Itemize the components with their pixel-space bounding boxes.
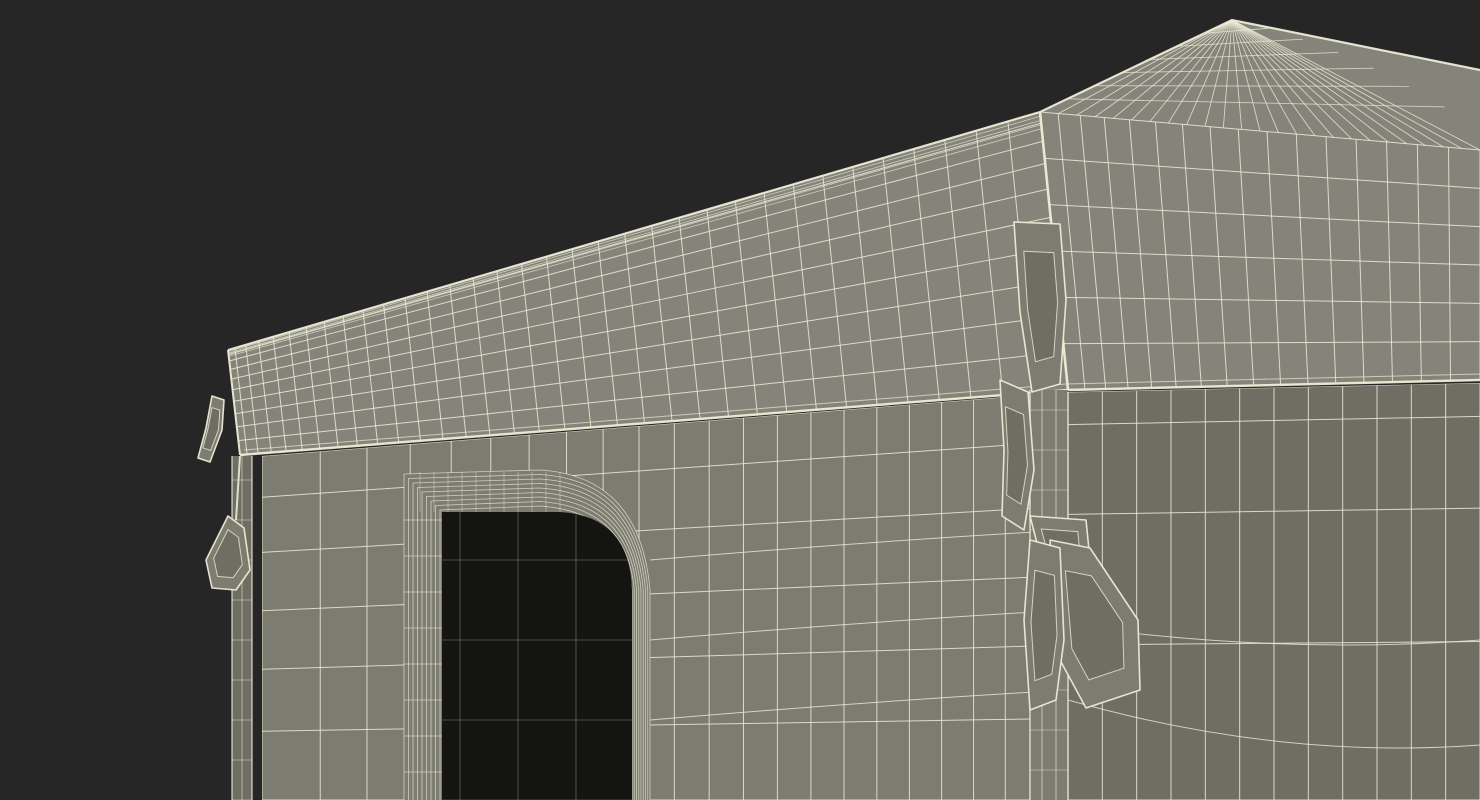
render-viewport	[0, 0, 1480, 800]
tent-side-wall	[1068, 383, 1480, 800]
tent-front-wall	[262, 392, 1068, 800]
left-pole	[231, 456, 253, 800]
tent-roof-side	[1040, 20, 1480, 390]
tent-door	[403, 469, 651, 800]
